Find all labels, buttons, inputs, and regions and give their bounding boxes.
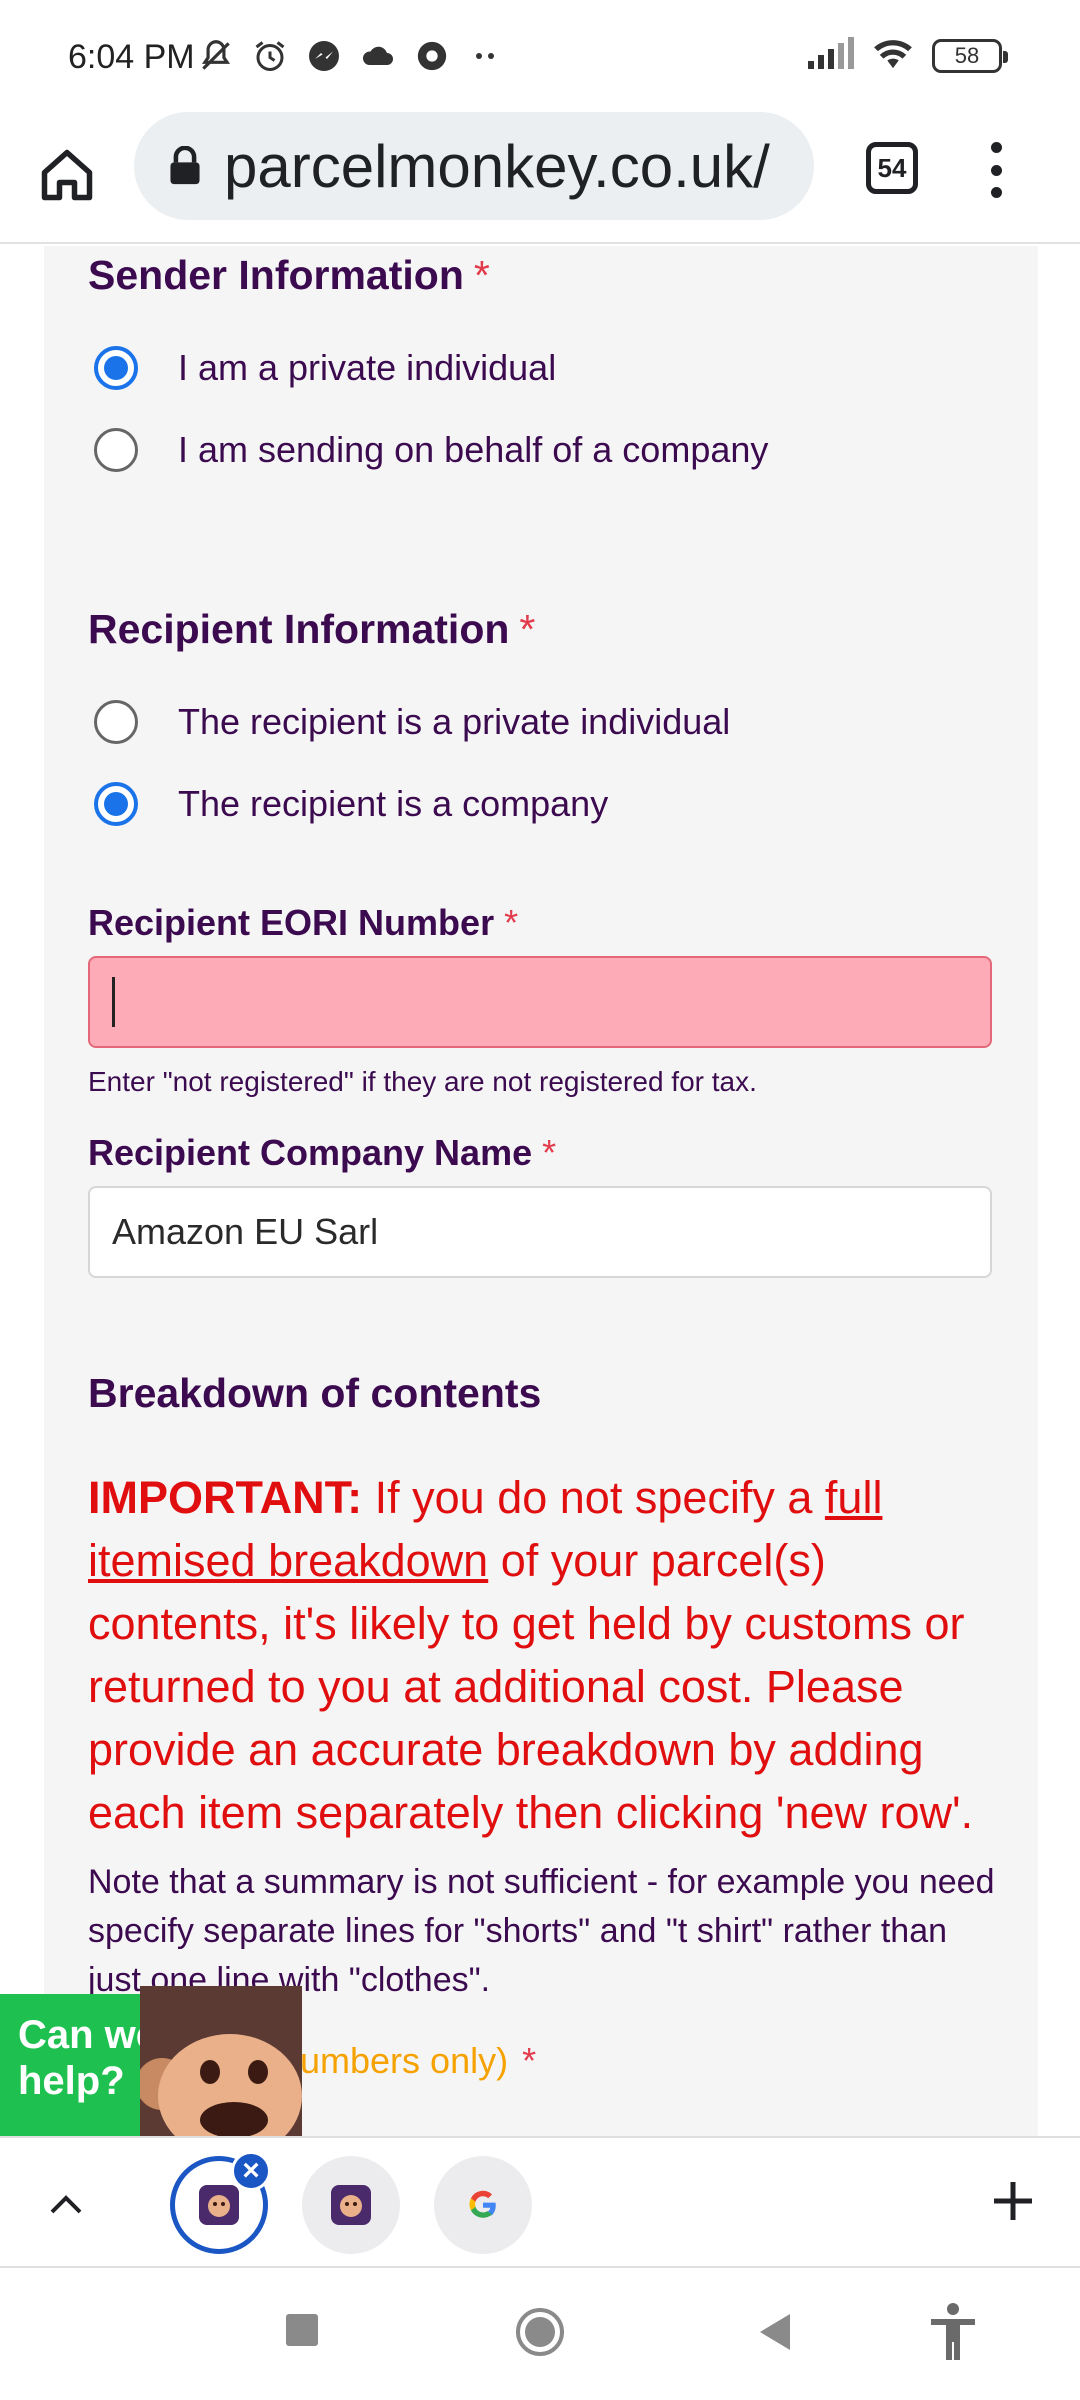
parcelmonkey-favicon <box>199 2185 239 2225</box>
sender-title: Sender Information <box>88 252 464 298</box>
required-mark: * <box>522 2040 537 2081</box>
chevron-up-icon[interactable] <box>46 2186 86 2222</box>
status-time: 6:04 PM <box>68 38 195 76</box>
company-name-value: Amazon EU Sarl <box>112 1211 379 1252</box>
home-button[interactable] <box>32 140 102 210</box>
mute-icon <box>196 36 236 76</box>
eori-label-text: Recipient EORI Number <box>88 902 495 943</box>
required-mark: * <box>519 606 536 652</box>
help-text-line2: help? <box>18 2059 125 2103</box>
eori-input[interactable] <box>88 956 992 1048</box>
partial-label-text: umbers only) <box>300 2040 509 2081</box>
tab-google[interactable] <box>434 2156 532 2254</box>
eori-label: Recipient EORI Number * <box>88 902 518 944</box>
text-cursor <box>112 977 115 1027</box>
recipient-option-private[interactable]: The recipient is a private individual <box>94 700 730 744</box>
menu-dot <box>990 142 1002 153</box>
google-favicon <box>469 2190 496 2218</box>
signal-icon <box>806 37 854 74</box>
breakdown-heading: Breakdown of contents <box>88 1370 542 1416</box>
wifi-icon <box>870 36 916 75</box>
summary-note: Note that a summary is not sufficient - … <box>88 1863 995 1999</box>
tab-switcher-button[interactable]: 54 <box>866 142 918 194</box>
help-chat-widget[interactable]: Can we help? <box>0 1986 302 2136</box>
radio-label: I am sending on behalf of a company <box>178 429 769 470</box>
new-tab-plus-icon[interactable] <box>990 2178 1036 2224</box>
important-label: IMPORTANT: <box>88 1472 363 1523</box>
radio-button-checked[interactable] <box>94 782 138 826</box>
recipient-option-company[interactable]: The recipient is a company <box>94 782 608 826</box>
recipient-title: Recipient Information <box>88 606 510 652</box>
overflow-menu-button[interactable] <box>986 142 1006 198</box>
help-text[interactable]: Can we help? <box>18 2012 158 2104</box>
recipient-information-heading: Recipient Information * <box>88 606 535 653</box>
back-triangle-icon[interactable] <box>756 2312 794 2352</box>
address-bar[interactable]: parcelmonkey.co.uk/ <box>134 112 814 220</box>
parcelmonkey-favicon <box>331 2185 371 2225</box>
browser-toolbar: parcelmonkey.co.uk/ 54 <box>0 108 1080 244</box>
partial-field-label: umbers only) * <box>300 2040 536 2082</box>
tab-strip: × <box>0 2136 1080 2268</box>
lock-icon[interactable] <box>168 146 202 186</box>
status-bar: 6:04 PM 58 <box>0 0 1080 108</box>
company-name-input[interactable]: Amazon EU Sarl <box>88 1186 992 1278</box>
status-notification-icons <box>196 36 506 76</box>
recents-square-icon[interactable] <box>284 2312 320 2348</box>
tab-parcelmonkey-active[interactable]: × <box>170 2151 271 2254</box>
web-page: Sender Information * I am a private indiv… <box>0 246 1080 2136</box>
sender-information-heading: Sender Information * <box>88 252 490 299</box>
menu-dot <box>990 164 1002 176</box>
sender-option-company[interactable]: I am sending on behalf of a company <box>94 428 768 472</box>
url-text[interactable]: parcelmonkey.co.uk/ <box>224 132 770 201</box>
radio-label: The recipient is a private individual <box>178 701 731 742</box>
alarm-icon <box>250 36 290 76</box>
important-text-1: If you do not specify a <box>362 1472 825 1523</box>
required-mark: * <box>473 252 490 298</box>
radio-label: I am a private individual <box>178 347 557 388</box>
tab-count-label: 54 <box>877 152 907 183</box>
home-circle-icon[interactable] <box>514 2306 566 2358</box>
battery-icon: 58 <box>932 38 1008 73</box>
sender-option-private[interactable]: I am a private individual <box>94 346 556 390</box>
radio-label: The recipient is a company <box>178 783 609 824</box>
battery-level: 58 <box>954 42 980 68</box>
help-text-line1: Can we <box>18 2013 159 2057</box>
important-notice: IMPORTANT: If you do not specify a full … <box>88 1466 998 1844</box>
status-system-icons: 58 <box>806 36 1008 75</box>
company-name-label: Recipient Company Name * <box>88 1132 556 1174</box>
company-label-text: Recipient Company Name <box>88 1132 533 1173</box>
required-mark: * <box>542 1132 557 1173</box>
eori-hint: Enter "not registered" if they are not r… <box>88 1066 757 1097</box>
radio-button-checked[interactable] <box>94 346 138 390</box>
messenger-icon <box>304 36 344 76</box>
system-nav-bar <box>0 2268 1080 2400</box>
close-tab-button[interactable]: × <box>231 2151 271 2191</box>
cloud-icon <box>358 36 398 76</box>
tab-parcelmonkey[interactable] <box>302 2156 400 2254</box>
more-dots-icon <box>466 36 506 76</box>
accessibility-icon[interactable] <box>928 2302 978 2362</box>
radio-button[interactable] <box>94 428 138 472</box>
required-mark: * <box>504 902 519 943</box>
menu-dot <box>990 187 1002 198</box>
chrome-icon <box>412 36 452 76</box>
radio-button[interactable] <box>94 700 138 744</box>
home-icon <box>41 149 93 201</box>
monkey-mascot-icon <box>140 1986 302 2136</box>
